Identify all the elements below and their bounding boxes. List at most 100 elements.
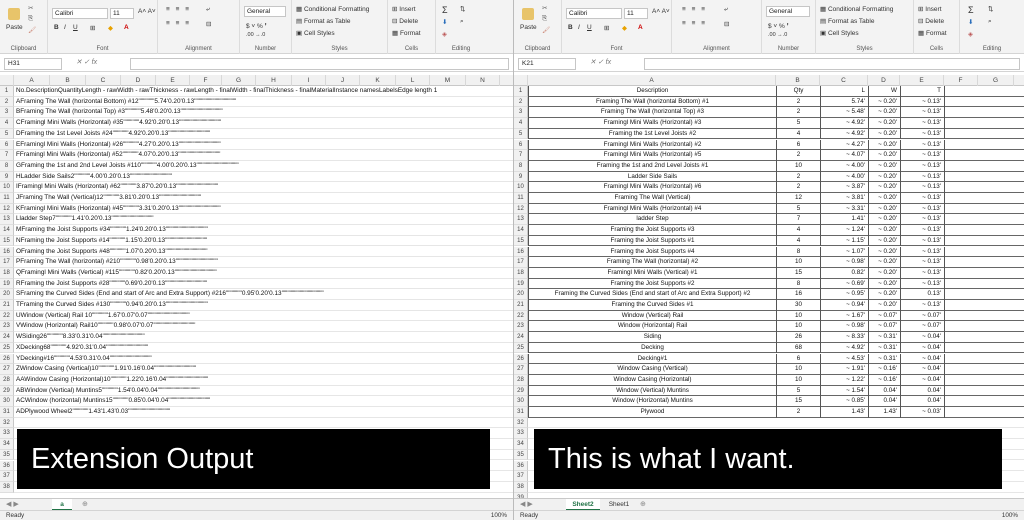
border-icon[interactable]: ⊞ <box>90 24 95 32</box>
find-select-icon[interactable]: ⌕ <box>988 18 992 26</box>
row-header[interactable]: 34 <box>0 439 14 450</box>
table-cell[interactable]: 0.04' <box>900 385 944 397</box>
table-cell[interactable]: ~ 0.13' <box>900 278 944 290</box>
number-format-box[interactable]: General <box>766 6 810 17</box>
table-cell[interactable]: 5.74' <box>820 96 868 108</box>
row-header[interactable]: 16 <box>0 246 14 258</box>
table-cell[interactable]: Framing the Curved Sides (End and start … <box>528 289 776 300</box>
table-cell[interactable]: ~ 0.20' <box>868 182 900 193</box>
table-cell[interactable]: ~ 0.13' <box>900 193 944 204</box>
table-cell[interactable]: ~ 1.15' <box>820 235 868 247</box>
insert-button[interactable]: ⊞ Insert <box>918 5 942 13</box>
table-cell[interactable]: 2 <box>776 107 820 119</box>
row-header[interactable]: 30 <box>0 396 14 407</box>
table-cell[interactable]: ~ 3.87' <box>820 182 868 193</box>
row-header[interactable]: 35 <box>514 449 528 461</box>
table-cell[interactable]: ~ 0.13' <box>900 128 944 140</box>
row-header[interactable]: 35 <box>0 449 14 461</box>
row-header[interactable]: 17 <box>0 257 14 268</box>
table-cell[interactable]: ~ 0.20' <box>868 267 900 279</box>
table-cell[interactable]: ~ 0.31' <box>868 353 900 365</box>
column-header[interactable]: M <box>430 75 466 86</box>
table-cell[interactable]: ~ 4.92' <box>820 118 868 129</box>
row-header[interactable]: 14 <box>514 225 528 236</box>
column-header[interactable]: L <box>396 75 430 86</box>
row-header[interactable]: 13 <box>0 214 14 226</box>
row-header[interactable]: 24 <box>0 332 14 343</box>
align-top-icons[interactable]: ≡ ≡ ≡ <box>682 6 707 13</box>
select-all-corner[interactable] <box>0 75 14 86</box>
table-cell[interactable]: ~ 0.04' <box>900 332 944 343</box>
table-cell[interactable]: Framing The Wall (horizontal) #2 <box>528 257 776 268</box>
cell-styles-button[interactable]: ▣ Cell Styles <box>296 29 335 37</box>
paste-icon[interactable] <box>522 8 534 20</box>
table-cell[interactable]: ~ 0.20' <box>868 300 900 311</box>
table-cell[interactable]: ~ 0.20' <box>868 160 900 172</box>
row-header[interactable]: 6 <box>514 139 528 151</box>
row-header[interactable]: 18 <box>514 267 528 279</box>
table-cell[interactable]: Decking#1 <box>528 353 776 365</box>
decimal-icon[interactable]: .00 →.0 <box>246 32 265 38</box>
formula-input[interactable] <box>130 58 509 70</box>
column-header[interactable]: D <box>121 75 156 86</box>
autosum-icon[interactable]: Σ <box>442 5 448 15</box>
header-cell[interactable]: L <box>820 86 868 97</box>
column-header[interactable]: N <box>466 75 500 86</box>
font-size-box[interactable]: 11 <box>624 8 648 19</box>
table-cell[interactable]: ~ 0.13' <box>900 182 944 193</box>
table-cell[interactable]: Framingl Mini Walls (Horizontal) #2 <box>528 139 776 151</box>
row-header[interactable]: 25 <box>0 342 14 354</box>
table-cell[interactable]: ~ 0.20' <box>868 139 900 151</box>
row-header[interactable]: 11 <box>0 193 14 204</box>
row-header[interactable]: 19 <box>0 278 14 290</box>
table-cell[interactable]: Siding <box>528 332 776 343</box>
row-header[interactable]: 26 <box>0 353 14 365</box>
wrap-text-icon[interactable]: ⤶ <box>724 6 728 14</box>
table-cell[interactable]: ~ 0.13' <box>900 150 944 161</box>
select-all-corner[interactable] <box>514 75 528 86</box>
table-cell[interactable]: 15 <box>776 396 820 407</box>
row-header[interactable]: 23 <box>514 321 528 333</box>
column-header[interactable]: F <box>944 75 978 86</box>
column-header[interactable]: E <box>156 75 190 86</box>
conditional-formatting-button[interactable]: ▦ Conditional Formatting <box>296 5 369 13</box>
fill-icon[interactable]: ⬇ <box>968 18 973 26</box>
column-header[interactable]: E <box>900 75 944 86</box>
row-header[interactable]: 6 <box>0 139 14 151</box>
row-header[interactable]: 27 <box>0 364 14 375</box>
table-cell[interactable]: Framingl Mini Walls (Horizontal) #3 <box>528 118 776 129</box>
row-header[interactable]: 20 <box>0 289 14 300</box>
row-header[interactable]: 7 <box>0 150 14 161</box>
table-cell[interactable]: 1.41' <box>820 214 868 226</box>
row-header[interactable]: 38 <box>514 481 528 493</box>
table-cell[interactable]: ~ 0.04' <box>900 374 944 386</box>
row-header[interactable]: 27 <box>514 364 528 375</box>
row-header[interactable]: 26 <box>514 353 528 365</box>
row-header[interactable]: 29 <box>514 385 528 397</box>
table-cell[interactable]: 6 <box>776 139 820 151</box>
header-cell[interactable]: Description <box>528 86 776 97</box>
row-header[interactable]: 17 <box>514 257 528 268</box>
table-cell[interactable]: ~ 0.20' <box>868 214 900 226</box>
table-cell[interactable]: Plywood <box>528 407 776 418</box>
row-header[interactable]: 28 <box>0 374 14 386</box>
sort-filter-icon[interactable]: ⇅ <box>460 5 465 13</box>
table-cell[interactable]: ~ 0.20' <box>868 193 900 204</box>
table-cell[interactable]: ~ 0.69' <box>820 278 868 290</box>
row-header[interactable]: 5 <box>514 128 528 140</box>
zoom-level[interactable]: 100% <box>1002 511 1018 520</box>
delete-button[interactable]: ⊟ Delete <box>392 17 418 25</box>
fx-icon[interactable]: ✕ ✓ fx <box>590 58 611 66</box>
row-header[interactable]: 29 <box>0 385 14 397</box>
row-header[interactable]: 19 <box>514 278 528 290</box>
table-cell[interactable]: 0.82' <box>820 267 868 279</box>
table-cell[interactable]: ~ 1.54' <box>820 385 868 397</box>
table-cell[interactable]: ~ 0.13' <box>900 203 944 215</box>
table-cell[interactable]: ~ 0.13' <box>900 171 944 183</box>
format-button[interactable]: ▦ Format <box>392 29 421 37</box>
row-header[interactable]: 23 <box>0 321 14 333</box>
paste-label[interactable]: Paste <box>520 24 537 31</box>
decimal-icon[interactable]: .00 →.0 <box>768 32 787 38</box>
row-header[interactable]: 11 <box>514 193 528 204</box>
column-header[interactable]: A <box>528 75 776 86</box>
